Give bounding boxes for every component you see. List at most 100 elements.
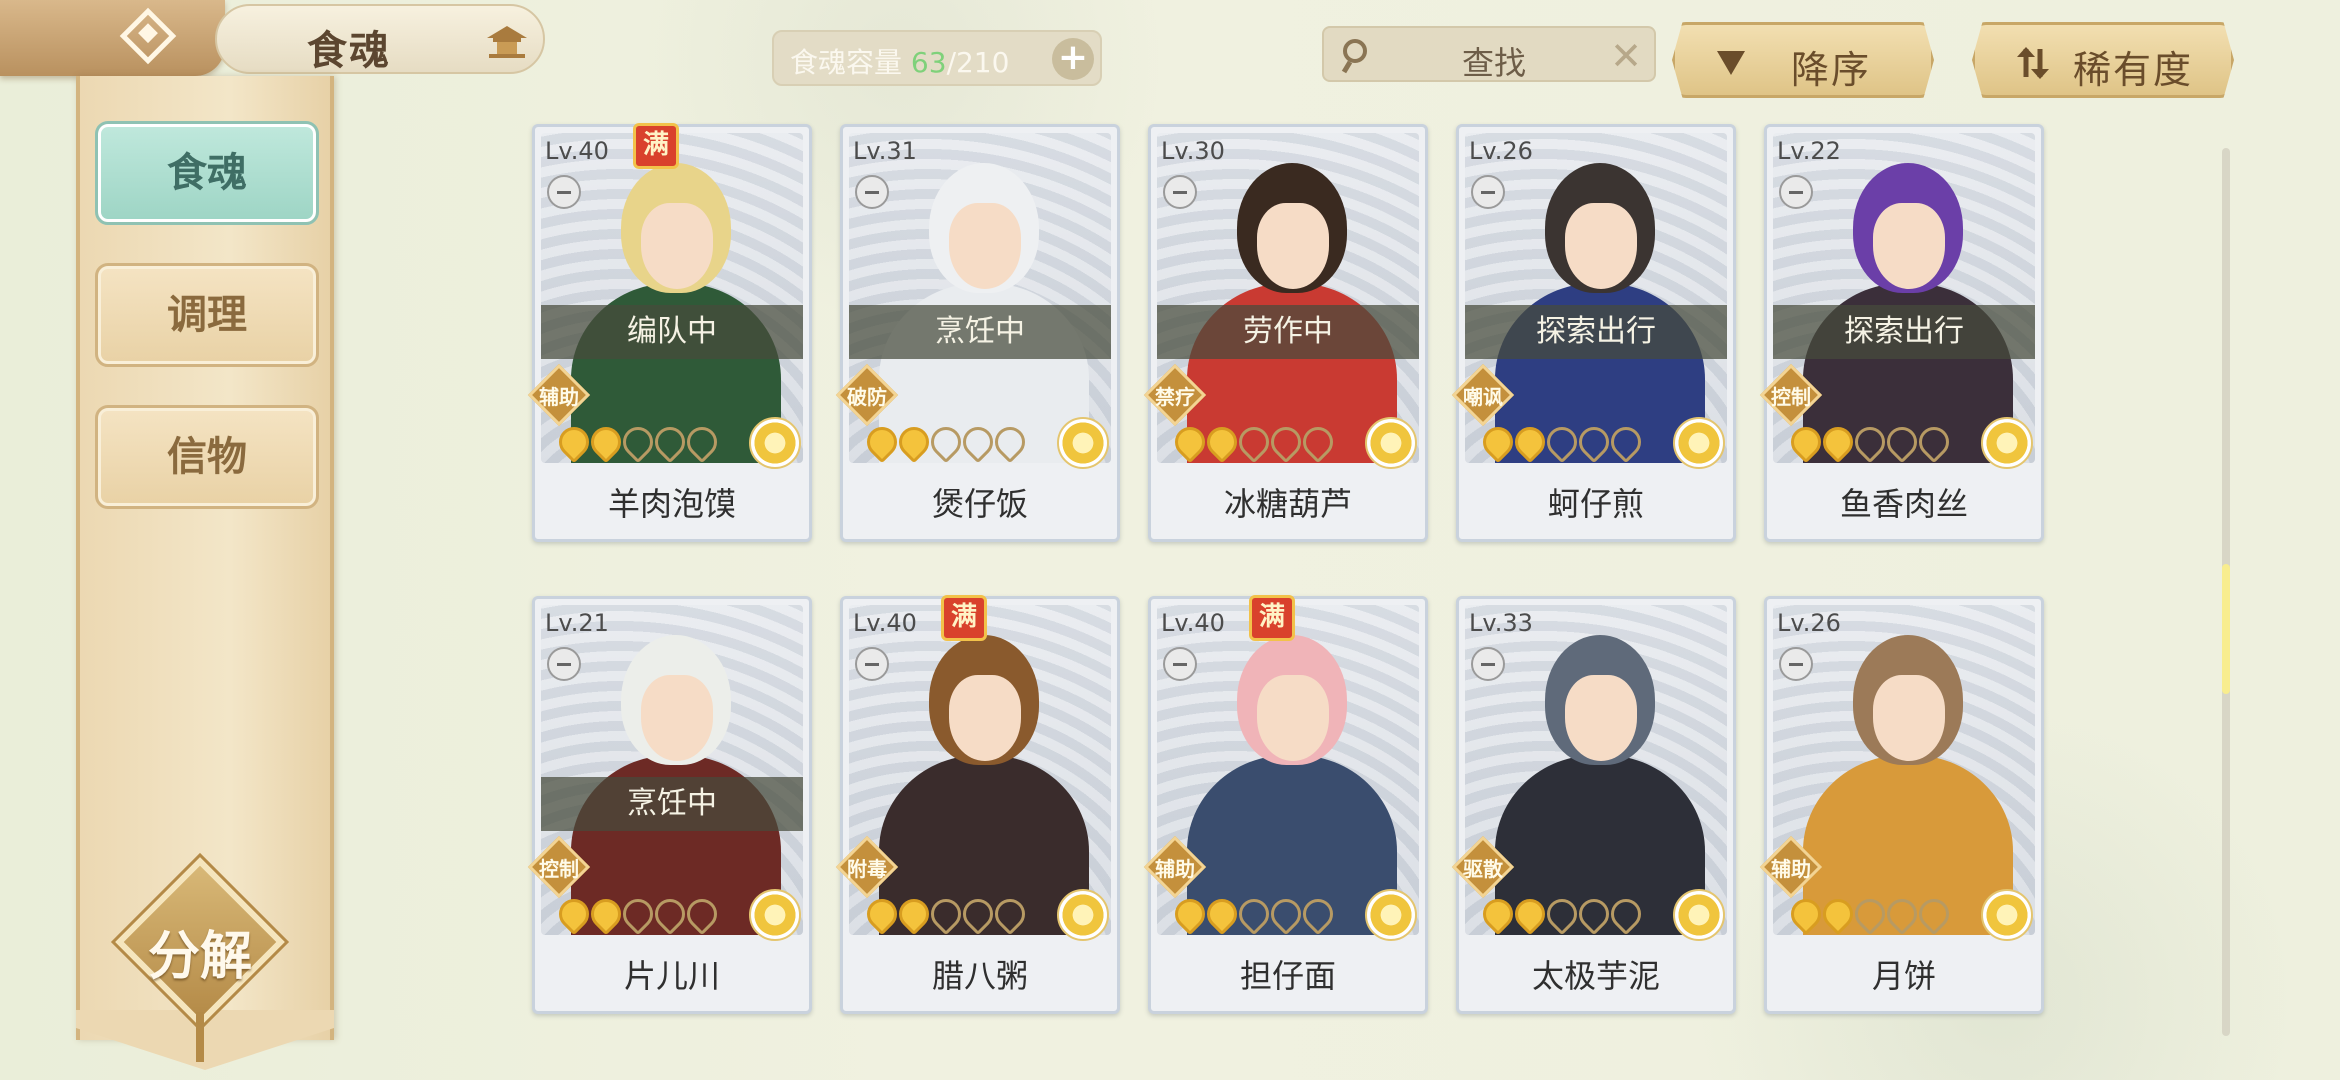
food-soul-card[interactable]: Lv.26 辅助 月饼 (1759, 596, 2044, 1014)
full-level-badge: 满 (633, 123, 679, 169)
level-label: Lv.40 (545, 137, 609, 165)
role-tag: 辅助 (1759, 835, 1823, 899)
food-soul-card[interactable]: Lv.33 驱散 太极芋泥 (1451, 596, 1736, 1014)
food-soul-card[interactable]: Lv.30 劳作中 禁疗 冰糖葫芦 (1143, 124, 1428, 542)
level-label: Lv.26 (1469, 137, 1533, 165)
star-rating (552, 892, 724, 936)
star-filled-icon (860, 892, 904, 936)
star-rating (552, 420, 724, 464)
gold-flower-icon (1981, 417, 2033, 469)
star-empty-icon (680, 892, 724, 936)
role-tag: 破防 (835, 363, 899, 427)
bowl-icon (1163, 175, 1197, 209)
decompose-button[interactable]: 分解 (115, 857, 285, 1062)
sort-order-button[interactable]: 降序 (1672, 22, 1934, 98)
role-label: 驱散 (1463, 857, 1503, 881)
portrait-face (641, 675, 713, 761)
star-filled-icon (584, 420, 628, 464)
pagoda-icon[interactable] (485, 24, 529, 60)
star-filled-icon (1476, 892, 1520, 936)
level-label: Lv.31 (853, 137, 917, 165)
bowl-icon (855, 647, 889, 681)
capacity-max: /210 (946, 46, 1010, 79)
star-filled-icon (584, 892, 628, 936)
gold-flower-icon (1365, 889, 1417, 941)
gold-flower-icon (1365, 417, 1417, 469)
page-title: 食魂 (307, 27, 391, 74)
role-tag: 控制 (527, 835, 591, 899)
star-empty-icon (648, 420, 692, 464)
grid-scrollbar[interactable] (2222, 148, 2230, 1036)
role-label: 辅助 (1771, 857, 1811, 881)
role-label: 破防 (847, 385, 887, 409)
star-empty-icon (1572, 420, 1616, 464)
full-level-badge: 满 (941, 595, 987, 641)
star-rating (860, 892, 1032, 936)
bowl-icon (547, 647, 581, 681)
food-soul-card[interactable]: Lv.31 烹饪中 破防 煲仔饭 (835, 124, 1120, 542)
portrait-face (1257, 203, 1329, 289)
food-soul-card[interactable]: Lv.40 满 附毒 腊八粥 (835, 595, 1120, 1014)
role-tag: 辅助 (1143, 835, 1207, 899)
star-empty-icon (1912, 892, 1956, 936)
search-box[interactable]: 查找 ✕ (1322, 26, 1656, 82)
scrollbar-thumb[interactable] (2222, 564, 2230, 694)
gold-flower-icon (749, 417, 801, 469)
tab-cultivate[interactable]: 调理 (95, 263, 319, 367)
food-soul-card[interactable]: Lv.21 烹饪中 控制 片儿川 (527, 596, 812, 1014)
role-tag: 控制 (1759, 363, 1823, 427)
star-filled-icon (892, 892, 936, 936)
character-name: 冰糖葫芦 (1223, 485, 1352, 523)
star-filled-icon (1508, 892, 1552, 936)
capacity-current: 63 (910, 46, 947, 79)
back-button[interactable] (0, 0, 225, 76)
level-label: Lv.30 (1161, 137, 1225, 165)
star-rating (1476, 420, 1648, 464)
role-label: 控制 (539, 857, 579, 881)
role-label: 禁疗 (1155, 385, 1195, 409)
star-filled-icon (1168, 892, 1212, 936)
food-soul-card[interactable]: Lv.40 满 编队中 辅助 羊肉泡馍 (527, 123, 812, 542)
star-filled-icon (1508, 420, 1552, 464)
close-icon[interactable]: ✕ (1610, 34, 1642, 78)
star-empty-icon (924, 892, 968, 936)
search-label: 查找 (1462, 44, 1527, 82)
top-bar: 食魂 食魂容量 63/210 + 查找 ✕ 降序 稀有度 (0, 0, 2340, 98)
gold-flower-icon (1981, 889, 2033, 941)
character-name: 太极芋泥 (1531, 957, 1660, 995)
tab-token[interactable]: 信物 (95, 405, 319, 509)
star-empty-icon (1848, 892, 1892, 936)
status-banner: 编队中 (541, 305, 803, 359)
back-diamond-icon (119, 7, 177, 65)
star-empty-icon (988, 892, 1032, 936)
food-soul-card[interactable]: Lv.40 满 辅助 担仔面 (1143, 595, 1428, 1014)
decompose-label: 分解 (147, 926, 252, 987)
star-filled-icon (892, 420, 936, 464)
food-soul-card[interactable]: Lv.26 探索出行 嘲讽 蚵仔煎 (1451, 124, 1736, 542)
portrait-face (1565, 203, 1637, 289)
bowl-icon (1471, 175, 1505, 209)
gold-flower-icon (1673, 417, 1725, 469)
triangle-down-icon (1717, 51, 1745, 75)
star-rating (1168, 892, 1340, 936)
character-name: 片儿川 (623, 957, 720, 995)
tab-food-soul[interactable]: 食魂 (95, 121, 319, 225)
add-capacity-button[interactable]: + (1052, 38, 1094, 80)
bowl-icon (547, 175, 581, 209)
character-name: 蚵仔煎 (1547, 485, 1644, 523)
food-soul-card[interactable]: Lv.22 探索出行 控制 鱼香肉丝 (1759, 124, 2044, 542)
star-empty-icon (1604, 420, 1648, 464)
full-level-badge: 满 (1249, 595, 1295, 641)
rarity-filter-button[interactable]: 稀有度 (1972, 22, 2234, 98)
rarity-label: 稀有度 (2073, 48, 2194, 92)
status-banner: 探索出行 (1465, 305, 1727, 359)
star-filled-icon (1816, 892, 1860, 936)
bowl-icon (855, 175, 889, 209)
portrait-face (1873, 675, 1945, 761)
star-empty-icon (648, 892, 692, 936)
star-empty-icon (1296, 420, 1340, 464)
character-name: 羊肉泡馍 (607, 485, 736, 523)
star-empty-icon (956, 892, 1000, 936)
level-label: Lv.33 (1469, 609, 1533, 637)
role-label: 嘲讽 (1463, 385, 1503, 409)
